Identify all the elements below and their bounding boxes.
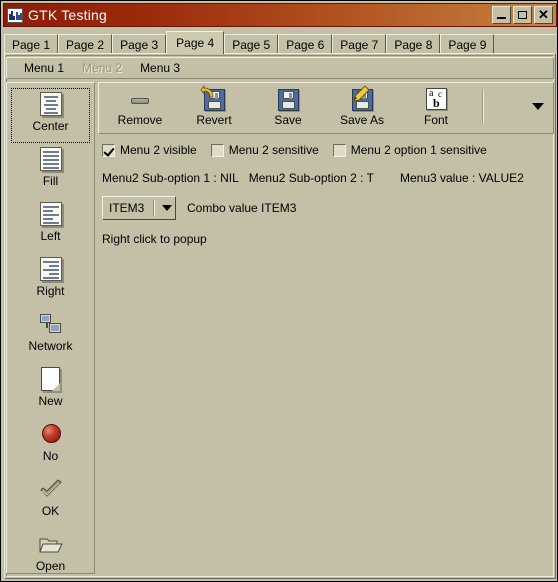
remove-icon bbox=[127, 87, 153, 113]
checkbox-box bbox=[102, 143, 115, 157]
combo-row: ITEM3 Combo value ITEM3 bbox=[102, 195, 552, 221]
tab-page-3[interactable]: Page 3 bbox=[112, 34, 167, 54]
sidebar-item-label: Left bbox=[40, 229, 61, 243]
font-icon-glyph-b: b bbox=[433, 96, 440, 110]
combo-box-separator bbox=[153, 200, 155, 216]
checkbox-label: Menu 2 sensitive bbox=[228, 143, 319, 157]
status-menu3-value: Menu3 value : VALUE2 bbox=[399, 171, 524, 185]
sidebar-item-label: Center bbox=[32, 119, 69, 133]
sidebar-item-label: Open bbox=[35, 559, 66, 573]
sidebar-item-center[interactable]: Center bbox=[11, 88, 90, 143]
tab-page-1[interactable]: Page 1 bbox=[4, 34, 59, 54]
combo-box-arrow-button[interactable] bbox=[158, 197, 175, 219]
no-icon bbox=[38, 421, 64, 447]
checkbox-box bbox=[332, 143, 346, 157]
sidebar-item-network[interactable]: Network bbox=[11, 308, 90, 363]
revert-icon bbox=[200, 85, 227, 113]
align-left-icon bbox=[38, 201, 64, 227]
page-content: Remove Revert Save Save As a c b Font Me… bbox=[98, 82, 554, 574]
align-fill-icon bbox=[38, 146, 64, 172]
window-controls: ✕ bbox=[492, 6, 553, 24]
save-button[interactable]: Save bbox=[251, 83, 325, 131]
status-sub-option-2: Menu2 Sub-option 2 : T bbox=[248, 171, 374, 185]
checkbox-menu-2-option-1-sensitive[interactable]: Menu 2 option 1 sensitive bbox=[332, 143, 487, 157]
menu-item-menu-2: Menu 2 bbox=[82, 61, 123, 75]
checkbox-row: Menu 2 visible Menu 2 sensitive Menu 2 o… bbox=[102, 140, 552, 160]
sidebar-item-label: No bbox=[42, 449, 59, 463]
save-as-icon bbox=[349, 86, 375, 113]
title-bar[interactable]: GTK Testing ✕ bbox=[3, 3, 557, 27]
sidebar-item-open[interactable]: Open bbox=[11, 528, 90, 573]
sidebar-item-right[interactable]: Right bbox=[11, 253, 90, 308]
combo-value-label: Combo value ITEM3 bbox=[187, 201, 297, 215]
app-window: GTK Testing ✕ Page 1 Page 2 Page 3 Page … bbox=[0, 0, 558, 582]
network-icon bbox=[38, 311, 64, 337]
remove-button[interactable]: Remove bbox=[103, 83, 177, 131]
horizontal-toolbar: Remove Revert Save Save As a c b Font bbox=[98, 82, 554, 134]
revert-button[interactable]: Revert bbox=[177, 83, 251, 131]
tab-page-4[interactable]: Page 4 bbox=[166, 31, 225, 54]
new-document-icon bbox=[38, 366, 64, 392]
checkbox-menu-2-visible[interactable]: Menu 2 visible bbox=[102, 143, 197, 157]
status-sub-option-1: Menu2 Sub-option 1 : NIL bbox=[102, 171, 239, 185]
chart-icon bbox=[7, 7, 23, 23]
ok-icon bbox=[38, 476, 64, 502]
sidebar-item-fill[interactable]: Fill bbox=[11, 143, 90, 198]
tab-page-8[interactable]: Page 8 bbox=[386, 34, 441, 54]
combo-box-value: ITEM3 bbox=[109, 201, 145, 215]
align-right-icon bbox=[38, 256, 64, 282]
toolbar-separator bbox=[482, 89, 484, 123]
font-icon: a c b bbox=[423, 87, 449, 113]
checkbox-menu-2-sensitive[interactable]: Menu 2 sensitive bbox=[210, 143, 319, 157]
tab-page-6[interactable]: Page 6 bbox=[278, 34, 333, 54]
status-row: Menu2 Sub-option 1 : NIL Menu2 Sub-optio… bbox=[102, 169, 552, 187]
sidebar-item-label: New bbox=[38, 394, 63, 408]
checkbox-label: Menu 2 option 1 sensitive bbox=[350, 143, 487, 157]
save-icon bbox=[275, 87, 301, 113]
checkbox-label: Menu 2 visible bbox=[120, 143, 197, 157]
sidebar-item-label: Fill bbox=[42, 174, 59, 188]
window-title: GTK Testing bbox=[28, 7, 107, 23]
checkbox-box bbox=[210, 143, 224, 157]
sidebar-item-label: Network bbox=[28, 339, 73, 353]
close-button[interactable]: ✕ bbox=[534, 6, 553, 24]
chevron-down-icon[interactable] bbox=[532, 103, 544, 110]
minimize-button[interactable] bbox=[492, 6, 511, 24]
toolbar-item-label: Revert bbox=[196, 113, 232, 127]
tab-page-2[interactable]: Page 2 bbox=[58, 34, 113, 54]
sidebar-item-no[interactable]: No bbox=[11, 418, 90, 473]
toolbar-item-label: Save As bbox=[339, 113, 385, 127]
open-folder-icon bbox=[38, 531, 64, 557]
toolbar-item-label: Save bbox=[274, 113, 302, 127]
menu-item-menu-1[interactable]: Menu 1 bbox=[15, 59, 73, 77]
chevron-down-icon bbox=[161, 205, 172, 211]
sidebar-item-left[interactable]: Left bbox=[11, 198, 90, 253]
menu-bar: Menu 1 Menu 2 Menu 3 bbox=[6, 57, 554, 79]
menu-item-menu-3[interactable]: Menu 3 bbox=[131, 59, 189, 77]
sidebar-item-label: OK bbox=[41, 504, 60, 518]
sidebar-item-ok[interactable]: OK bbox=[11, 473, 90, 528]
align-center-icon bbox=[38, 91, 64, 117]
font-button[interactable]: a c b Font bbox=[399, 83, 473, 131]
sidebar-item-new[interactable]: New bbox=[11, 363, 90, 418]
toolbar-item-label: Font bbox=[423, 113, 448, 127]
tabstrip-filler bbox=[494, 34, 556, 54]
maximize-button[interactable] bbox=[513, 6, 532, 24]
sidebar-item-label: Right bbox=[36, 284, 65, 298]
toolbar-item-label: Remove bbox=[117, 113, 163, 127]
save-as-button[interactable]: Save As bbox=[325, 83, 399, 131]
notebook-tabstrip: Page 1 Page 2 Page 3 Page 4 Page 5 Page … bbox=[4, 31, 556, 54]
popup-hint-label[interactable]: Right click to popup bbox=[102, 232, 207, 246]
combo-box[interactable]: ITEM3 bbox=[102, 196, 176, 220]
tab-page-9[interactable]: Page 9 bbox=[440, 34, 495, 54]
tab-page-5[interactable]: Page 5 bbox=[224, 34, 279, 54]
vertical-toolbar: Center Fill Left Right Network New No OK… bbox=[6, 82, 95, 574]
tab-page-7[interactable]: Page 7 bbox=[332, 34, 387, 54]
